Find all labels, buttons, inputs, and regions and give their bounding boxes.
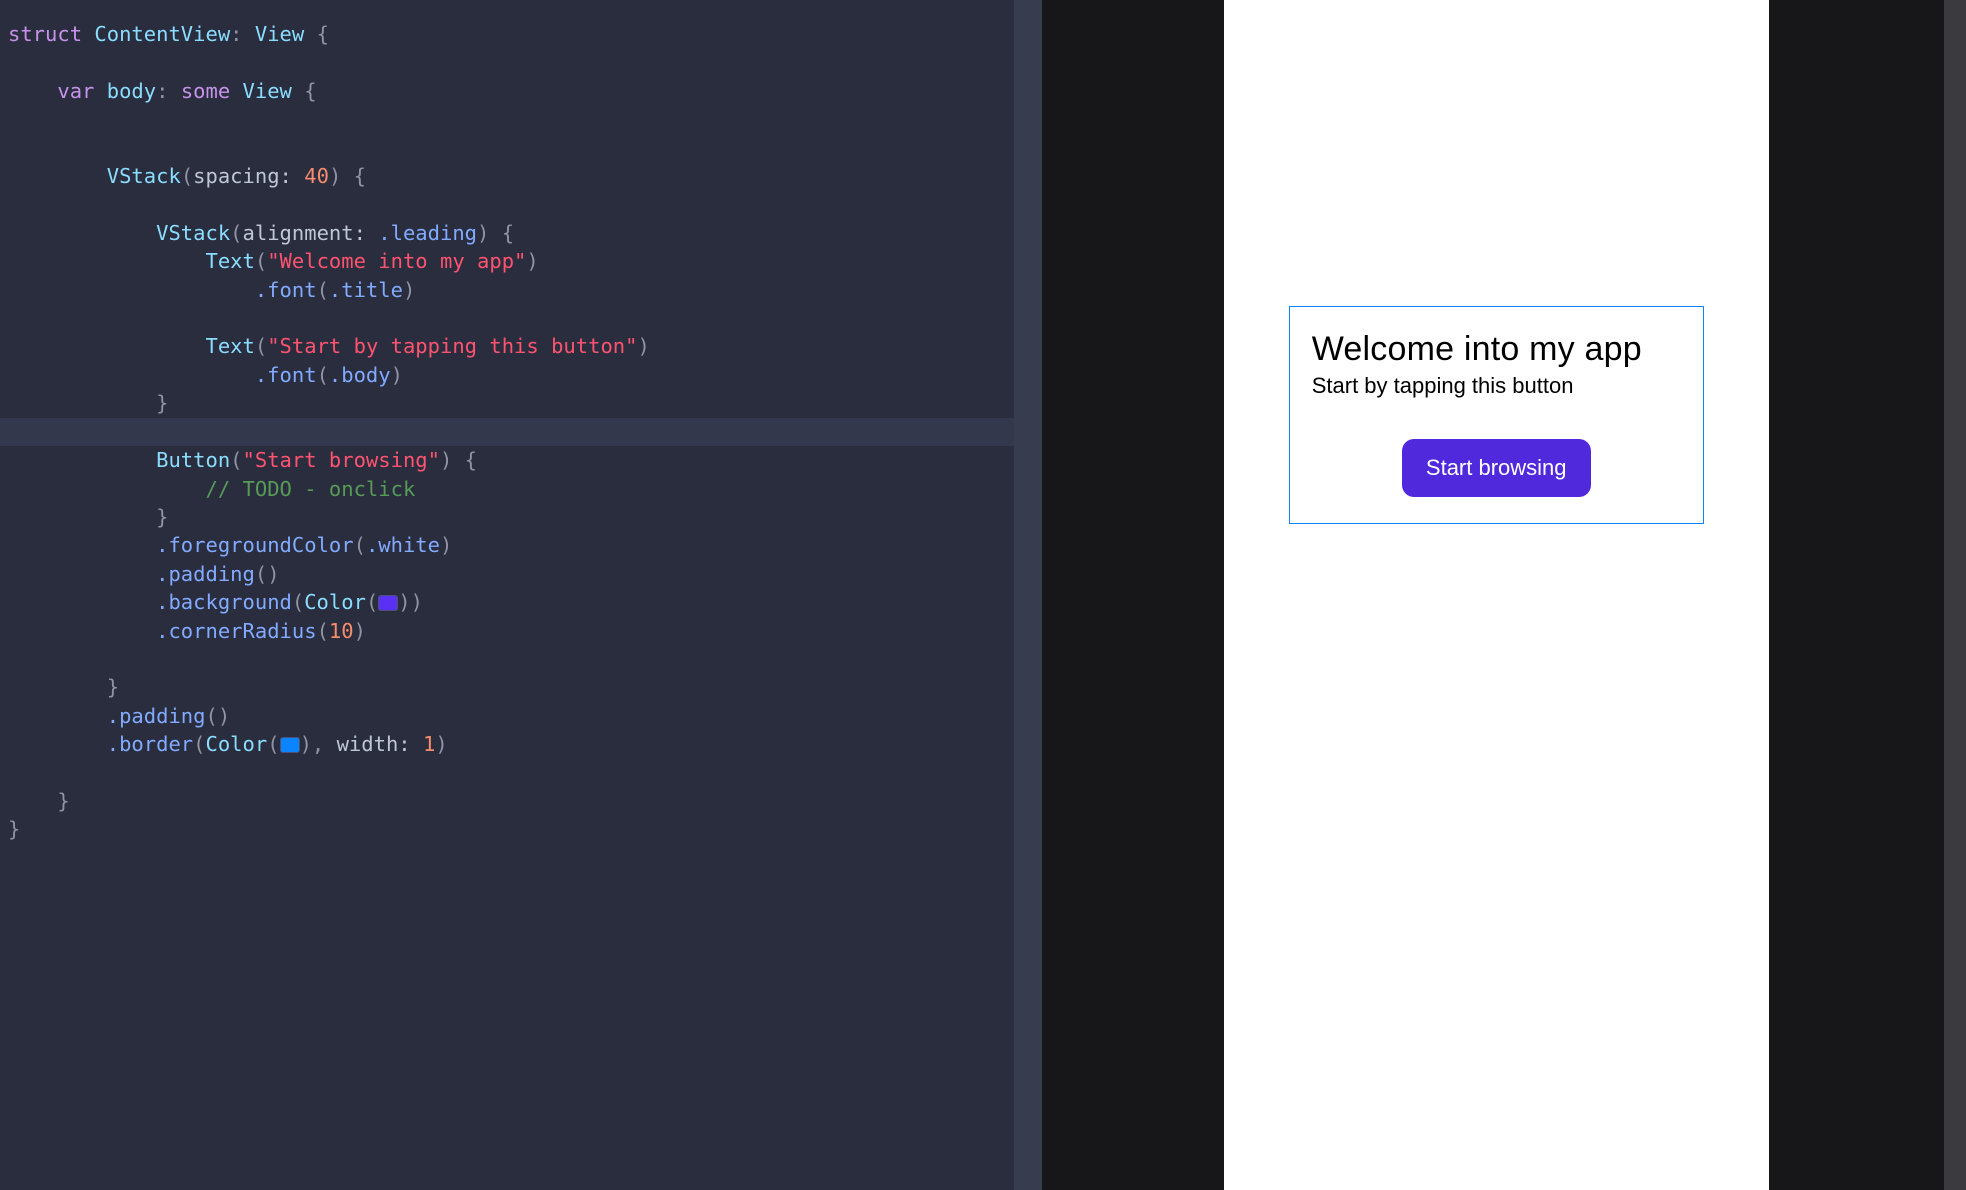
call-color1: Color [304,590,366,614]
mod-padding2: .padding [107,704,206,728]
call-text2: Text [205,334,254,358]
code-editor-pane[interactable]: struct ContentView: View { var body: som… [0,0,1014,1190]
prop-body: body [107,79,156,103]
preview-device-frame: Welcome into my app Start by tapping thi… [1224,0,1769,1190]
arg-width: width: [337,732,411,756]
mod-border: .border [107,732,193,756]
type-view: View [255,22,304,46]
val-leading: .leading [378,221,477,245]
val-title: .title [329,278,403,302]
mod-font1: .font [255,278,317,302]
color-swatch-blue-icon[interactable] [280,737,300,753]
preview-canvas-pane[interactable]: Welcome into my app Start by tapping thi… [1082,0,1910,1190]
preview-subtitle-text: Start by tapping this button [1312,373,1574,399]
preview-text-stack: Welcome into my app Start by tapping thi… [1312,329,1681,399]
color-swatch-purple-icon[interactable] [378,595,398,611]
preview-scrollbar-track[interactable] [1944,0,1966,1190]
str-welcome: "Welcome into my app" [267,249,526,273]
preview-title-text: Welcome into my app [1312,329,1642,370]
val-white: .white [366,533,440,557]
source-code[interactable]: struct ContentView: View { var body: som… [0,0,1014,844]
preview-button-row: Start browsing [1312,439,1681,497]
kw-struct: struct [8,22,82,46]
mod-font2: .font [255,363,317,387]
call-button: Button [156,448,230,472]
start-browsing-button[interactable]: Start browsing [1402,439,1591,497]
comment-todo: // TODO - onclick [205,477,415,501]
arg-spacing: spacing: [193,164,292,188]
type-view2: View [243,79,292,103]
call-text1: Text [205,249,254,273]
str-button: "Start browsing" [243,448,440,472]
call-vstack-inner: VStack [156,221,230,245]
type-contentview: ContentView [94,22,230,46]
str-subtitle: "Start by tapping this button" [267,334,637,358]
val-spacing: 40 [304,164,329,188]
call-color2: Color [206,732,268,756]
call-vstack-outer: VStack [107,164,181,188]
mod-fgcolor: .foregroundColor [156,533,353,557]
mod-corner: .cornerRadius [156,619,316,643]
val-width: 1 [423,732,435,756]
kw-some: some [181,79,230,103]
mod-background: .background [156,590,292,614]
arg-alignment: alignment: [243,221,366,245]
mod-padding: .padding [156,562,255,586]
kw-var: var [57,79,94,103]
preview-right-margin [1910,0,1944,1190]
val-corner: 10 [329,619,354,643]
preview-root-vstack: Welcome into my app Start by tapping thi… [1289,306,1704,524]
editor-minimap-gutter [1014,0,1042,1190]
pane-divider[interactable] [1042,0,1082,1190]
val-body: .body [329,363,391,387]
ide-split-view: struct ContentView: View { var body: som… [0,0,1966,1190]
